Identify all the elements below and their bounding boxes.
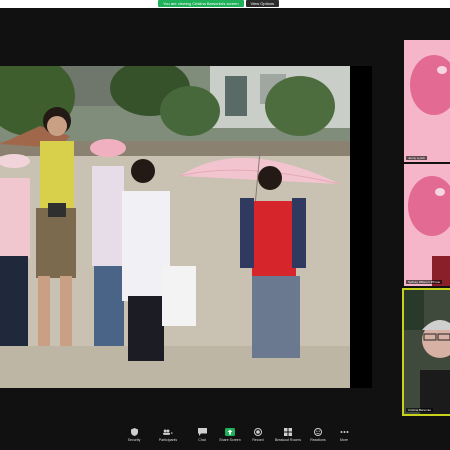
record-button[interactable]: Record [243,428,273,442]
record-icon [253,428,263,436]
security-button[interactable]: Security [119,428,149,442]
share-status-pill: You are viewing Cristina Barsonia's scre… [158,0,244,7]
share-screen-icon [225,428,235,436]
share-screen-button[interactable]: Share Screen [215,428,245,442]
chat-icon [197,428,207,436]
chat-button[interactable]: Chat [187,428,217,442]
participant-name: Jenny Lynch [406,156,427,160]
participant-count: 13 [171,431,173,435]
active-speaker-tile[interactable]: Cristina Barsonia [402,288,450,416]
breakout-icon [283,428,293,436]
screen-share-banner: You are viewing Cristina Barsonia's scre… [158,0,280,7]
shield-icon [129,428,139,436]
participant-name: Sydney Wilson's iPhone [406,280,443,284]
participant-tile[interactable]: Jenny Lynch [404,40,450,162]
reactions-icon [313,428,323,436]
view-options-button[interactable]: View Options [245,0,280,7]
participant-tile[interactable]: Sydney Wilson's iPhone [404,164,450,286]
participant-name: Cristina Barsonia [406,408,433,412]
shared-photo [0,66,350,388]
more-button[interactable]: More [329,428,359,442]
participants-button[interactable]: 13 Participants [153,428,183,442]
people-icon: 13 [163,428,173,436]
meeting-toolbar: Security 13 Participants Chat Share Scre… [0,426,450,450]
shared-screen [0,66,372,388]
more-icon [339,428,349,436]
breakout-rooms-button[interactable]: Breakout Rooms [273,428,303,442]
